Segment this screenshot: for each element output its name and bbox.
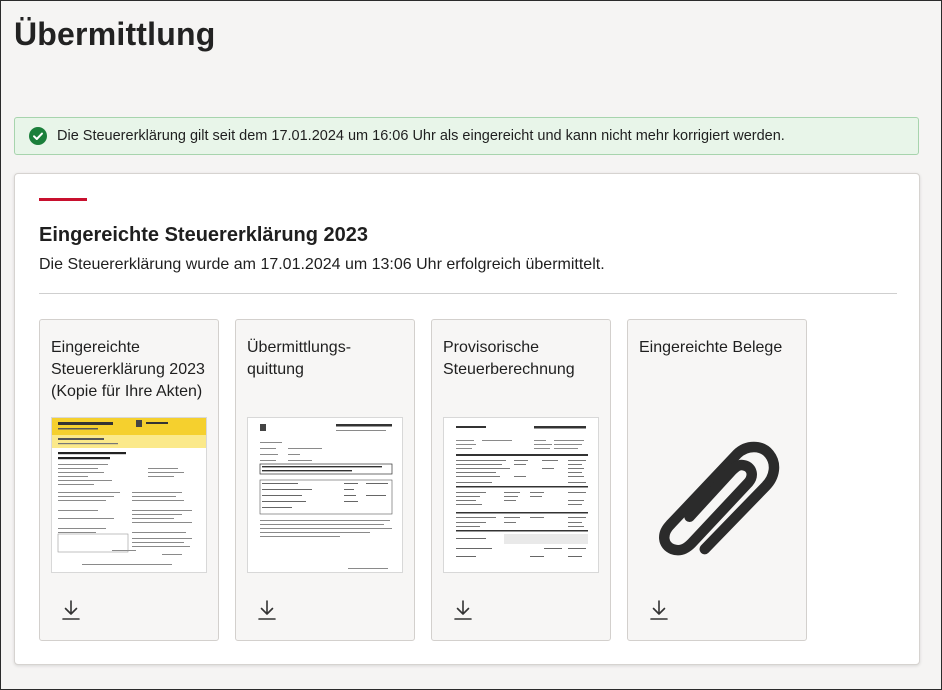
document-thumbnail [51, 417, 207, 573]
tile-submitted-tax-return[interactable]: Eingereichte Steuererklärung 2023 (Kopie… [39, 319, 219, 641]
receipt-preview-image [259, 424, 393, 569]
download-icon[interactable] [258, 600, 276, 620]
download-icon[interactable] [62, 600, 80, 620]
card-subtitle: Die Steuererklärung wurde am 17.01.2024 … [39, 256, 605, 273]
accent-bar [39, 198, 87, 201]
divider [39, 293, 897, 294]
success-alert: Die Steuererklärung gilt seit dem 17.01.… [14, 117, 919, 155]
download-icon[interactable] [454, 600, 472, 620]
submission-card: Eingereichte Steuererklärung 2023 Die St… [14, 173, 920, 665]
tile-submitted-receipts[interactable]: Eingereichte Belege [627, 319, 807, 641]
assessment-preview-image [456, 426, 588, 557]
tax-return-preview-image [52, 418, 206, 565]
download-icon[interactable] [650, 600, 668, 620]
document-thumbnail [247, 417, 403, 573]
alert-message: Die Steuererklärung gilt seit dem 17.01.… [57, 128, 785, 144]
tile-label: Übermittlungs- quittung [247, 339, 352, 378]
paperclip-icon [659, 441, 780, 556]
card-title: Eingereichte Steuererklärung 2023 [39, 224, 369, 246]
tile-provisional-assessment[interactable]: Provisorische Steuerberechnung [431, 319, 611, 641]
tile-label: Eingereichte Belege [639, 339, 783, 356]
document-thumbnail [443, 417, 599, 573]
check-circle-icon [29, 127, 47, 145]
tile-label: Provisorische Steuerberechnung [443, 339, 575, 378]
page-title: Übermittlung [14, 16, 216, 52]
tile-submission-receipt[interactable]: Übermittlungs- quittung [235, 319, 415, 641]
tile-label: Eingereichte Steuererklärung 2023 (Kopie… [51, 339, 205, 400]
